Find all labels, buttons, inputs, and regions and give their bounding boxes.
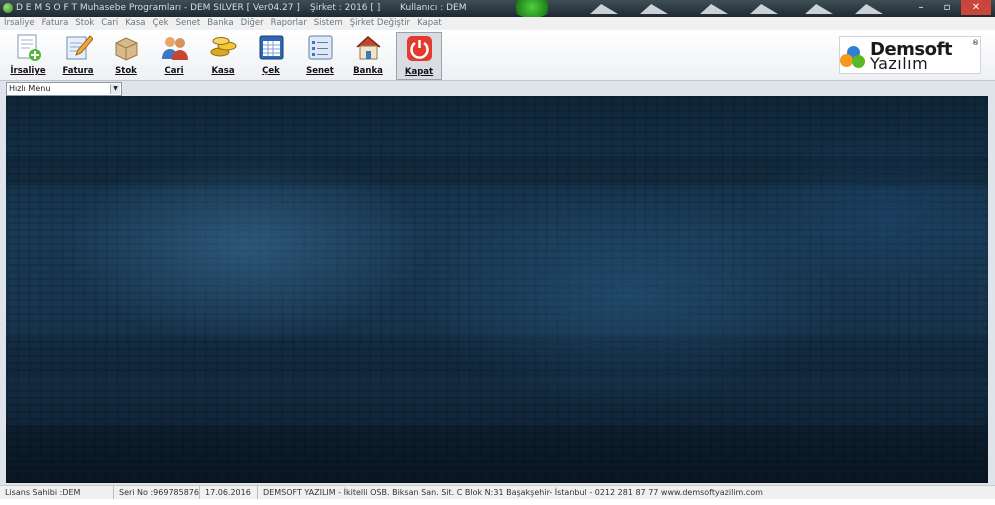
calendar-icon <box>259 35 284 60</box>
banka-label: Banka <box>353 66 383 76</box>
wallpaper-texture <box>6 156 988 186</box>
maximize-button[interactable]: ▫ <box>935 0 959 15</box>
license-owner: Lisans Sahibi :DEM <box>2 486 114 500</box>
chevron-down-icon[interactable]: ▼ <box>110 84 120 94</box>
quick-menu-value: Hızlı Menu <box>9 84 51 93</box>
kasa-button[interactable]: Kasa <box>201 32 245 78</box>
wallpaper-shape <box>590 4 618 14</box>
demsoft-logo: Demsoft ® Yazılım <box>839 36 981 74</box>
cari-label: Cari <box>164 66 184 76</box>
senet-button[interactable]: Senet <box>298 32 342 78</box>
cari-button[interactable]: Cari <box>152 32 196 78</box>
power-icon <box>407 36 432 61</box>
stok-label: Stok <box>115 66 137 76</box>
menu-stok[interactable]: Stok <box>75 17 94 30</box>
wallpaper-shape <box>700 4 728 14</box>
status-date: 17.06.2016 <box>202 486 258 500</box>
menu-sirket-degistir[interactable]: Şirket Değiştir <box>350 17 410 30</box>
menu-sistem[interactable]: Sistem <box>314 17 343 30</box>
close-button[interactable]: ✕ <box>961 0 991 15</box>
stok-button[interactable]: Stok <box>104 32 148 78</box>
kapat-label: Kapat <box>404 67 434 77</box>
fatura-label: Fatura <box>62 66 94 76</box>
logo-sub: Yazılım <box>870 54 929 73</box>
minimize-button[interactable]: – <box>909 0 933 15</box>
pencil-document-icon <box>66 35 93 60</box>
wallpaper-shape <box>640 4 668 14</box>
toolbar: İrsaliye Fatura Stok Cari Kasa Çek Senet… <box>0 30 995 81</box>
menu-diger[interactable]: Diğer <box>241 17 264 30</box>
document-add-icon <box>17 34 41 61</box>
app-icon <box>3 3 13 13</box>
wallpaper-texture <box>6 426 988 483</box>
wallpaper-shape <box>805 4 833 14</box>
wallpaper-shape <box>750 4 778 14</box>
kapat-button[interactable]: Kapat <box>396 32 442 80</box>
desktop-area <box>6 96 988 483</box>
cek-button[interactable]: Çek <box>249 32 293 78</box>
user-label: Kullanıcı : DEM <box>400 3 467 13</box>
fatura-button[interactable]: Fatura <box>56 32 100 78</box>
menu-fatura[interactable]: Fatura <box>42 17 69 30</box>
menu-kasa[interactable]: Kasa <box>125 17 145 30</box>
serial-number: Seri No :969785876 <box>116 486 200 500</box>
menu-bar: İrsaliye Fatura Stok Cari Kasa Çek Senet Banka D… <box>0 17 995 30</box>
bottom-strip <box>0 499 995 505</box>
title-bar[interactable]: D E M S O F T Muhasebe Programları - DEM… <box>0 0 995 17</box>
logo-green-ball <box>852 55 865 68</box>
kasa-label: Kasa <box>211 66 235 76</box>
wallpaper-texture <box>6 336 988 376</box>
menu-senet[interactable]: Senet <box>176 17 201 30</box>
coins-icon <box>210 37 237 57</box>
status-bar: Lisans Sahibi :DEM Seri No :969785876 17… <box>0 485 995 500</box>
quick-menu-select[interactable]: Hızlı Menu ▼ <box>6 82 122 96</box>
company-info: DEMSOFT YAZILIM - İkitelli OSB. Biksan S… <box>263 488 763 497</box>
form-icon <box>308 35 333 60</box>
menu-banka[interactable]: Banka <box>207 17 233 30</box>
menu-kapat[interactable]: Kapat <box>417 17 442 30</box>
logo-registered-mark: ® <box>972 39 979 47</box>
wallpaper-shape <box>855 4 883 14</box>
menu-raporlar[interactable]: Raporlar <box>271 17 307 30</box>
banka-button[interactable]: Banka <box>346 32 390 78</box>
irsaliye-button[interactable]: İrsaliye <box>6 32 50 78</box>
menu-cari[interactable]: Cari <box>101 17 118 30</box>
senet-label: Senet <box>306 66 334 76</box>
menu-cek[interactable]: Çek <box>153 17 169 30</box>
box-icon <box>115 37 138 61</box>
irsaliye-label: İrsaliye <box>10 66 46 76</box>
users-icon <box>162 37 188 60</box>
house-icon <box>356 36 381 60</box>
cek-label: Çek <box>262 66 280 76</box>
company-label: Şirket : 2016 [ ] <box>310 3 381 13</box>
window-title: D E M S O F T Muhasebe Programları - DEM… <box>16 3 300 13</box>
menu-irsaliye[interactable]: İrsaliye <box>4 17 35 30</box>
green-glow-decoration <box>512 0 552 17</box>
